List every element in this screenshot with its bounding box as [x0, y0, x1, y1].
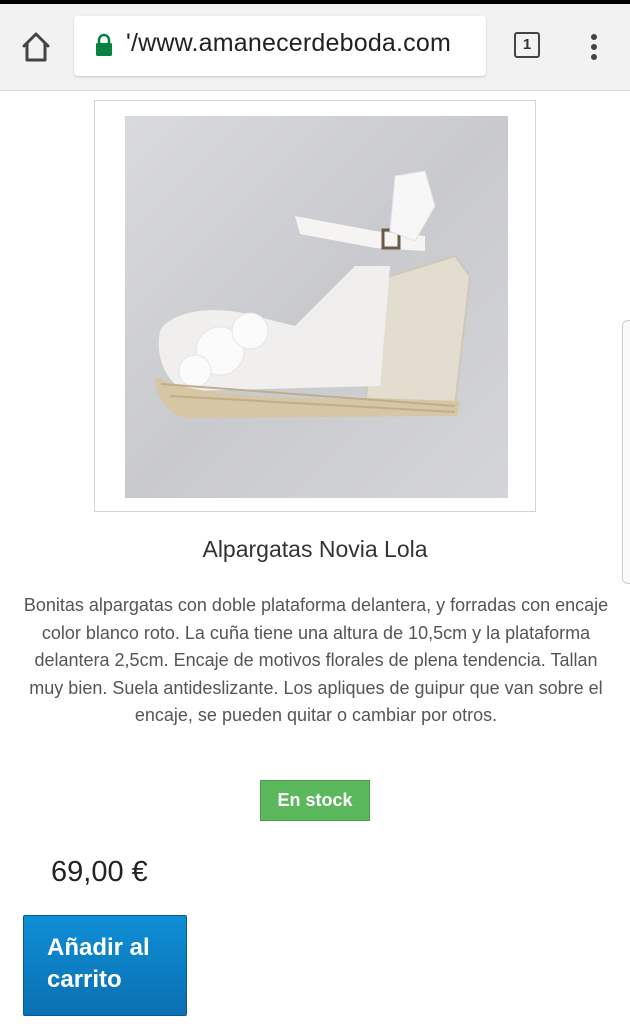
stock-badge: En stock — [260, 780, 370, 821]
url-text[interactable]: '/www.amanecerdeboda.com — [126, 29, 451, 58]
scrollbar-thumb[interactable] — [622, 320, 630, 584]
tab-switcher-button[interactable]: 1 — [514, 32, 540, 58]
product-image[interactable] — [125, 116, 508, 498]
product-description: Bonitas alpargatas con doble plataforma … — [23, 595, 609, 725]
more-vert-icon[interactable] — [584, 30, 604, 64]
product-title: Alpargatas Novia Lola — [202, 536, 428, 562]
address-bar[interactable]: '/www.amanecerdeboda.com — [74, 16, 486, 76]
product-image-frame — [94, 100, 536, 512]
product-price: 69,00 € — [51, 856, 148, 888]
home-icon[interactable] — [16, 28, 56, 66]
status-bar-strip — [0, 0, 630, 4]
add-to-cart-button[interactable]: Añadir al carrito — [23, 915, 187, 1016]
browser-toolbar: '/www.amanecerdeboda.com 1 — [0, 0, 630, 91]
lock-icon — [94, 33, 114, 57]
